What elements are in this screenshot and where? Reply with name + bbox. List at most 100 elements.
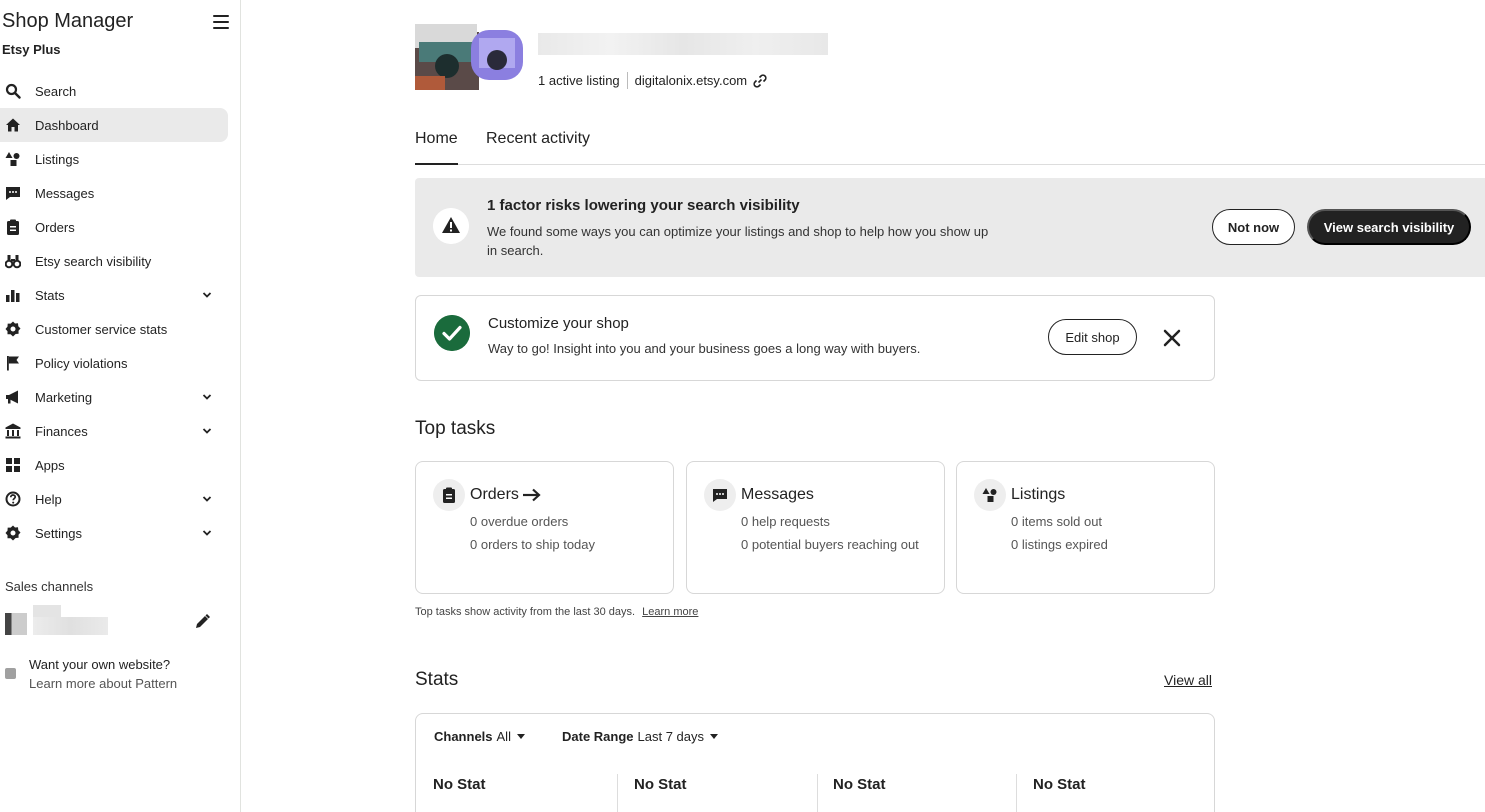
top-tasks-note: Top tasks show activity from the last 30…: [415, 606, 699, 618]
stat-tile: No Stat: [634, 776, 687, 793]
page-tabs: Home Recent activity: [415, 118, 1485, 165]
sidebar-item-label: Settings: [35, 525, 82, 541]
link-icon[interactable]: [753, 73, 767, 88]
chat-icon: [6, 187, 20, 200]
bar-chart-icon: [6, 290, 20, 302]
chevron-down-icon: [202, 394, 212, 400]
apps-grid-icon: [6, 458, 20, 472]
shop-avatar[interactable]: [415, 24, 527, 90]
task-title: Listings: [1011, 486, 1066, 503]
active-listings-count: 1 active listing: [538, 73, 620, 88]
app-title: Shop Manager: [2, 10, 134, 32]
megaphone-icon: [6, 390, 18, 404]
tab-recent-activity[interactable]: Recent activity: [486, 130, 590, 148]
task-detail: 0 overdue orders: [470, 514, 569, 529]
sidebar-item-label: Apps: [35, 457, 65, 473]
sidebar-item-label: Stats: [35, 287, 65, 303]
stats-heading: Stats: [415, 669, 459, 690]
sales-channel-item[interactable]: [5, 605, 220, 639]
stat-tile: No Stat: [1033, 776, 1086, 793]
chevron-down-icon: [202, 292, 212, 298]
caret-down-icon: [710, 734, 719, 739]
stat-tile: No Stat: [433, 776, 486, 793]
shop-name-blurred: [538, 33, 828, 55]
task-detail: 0 potential buyers reaching out: [741, 537, 919, 552]
sidebar-item-label: Orders: [35, 219, 75, 235]
sidebar-item-label: Help: [35, 491, 62, 507]
channels-value: All: [496, 729, 511, 744]
alert-title: 1 factor risks lowering your search visi…: [487, 197, 800, 214]
check-circle-icon: [434, 315, 470, 351]
learn-more-link[interactable]: Learn more: [642, 606, 698, 618]
shapes-icon: [982, 488, 997, 502]
sidebar-item-label: Etsy search visibility: [35, 253, 152, 269]
channel-name-blurred: [33, 605, 61, 617]
sidebar-item-marketing[interactable]: Marketing: [0, 380, 241, 414]
clipboard-icon: [443, 487, 455, 503]
sidebar-item-finances[interactable]: Finances: [0, 414, 241, 448]
sidebar-item-search[interactable]: Search: [0, 74, 241, 108]
home-icon: [6, 118, 20, 132]
sidebar-item-dashboard[interactable]: Dashboard: [0, 108, 228, 142]
help-icon: [5, 491, 21, 507]
sidebar-item-label: Finances: [35, 423, 88, 439]
sidebar-item-stats[interactable]: Stats: [0, 278, 241, 312]
channel-icon: [5, 613, 27, 635]
sidebar-item-search-visibility[interactable]: Etsy search visibility: [0, 244, 241, 278]
search-visibility-alert: 1 factor risks lowering your search visi…: [415, 178, 1485, 277]
customize-body: Way to go! Insight into you and your bus…: [488, 341, 921, 356]
stats-card: Channels All Date Range Last 7 days No S…: [415, 713, 1215, 812]
clipboard-icon: [7, 219, 19, 235]
top-tasks-heading: Top tasks: [415, 418, 496, 439]
sidebar-item-listings[interactable]: Listings: [0, 142, 241, 176]
channels-filter[interactable]: Channels All: [434, 729, 525, 744]
sidebar-item-help[interactable]: Help: [0, 482, 241, 516]
bank-icon: [5, 423, 21, 439]
gear-icon: [5, 525, 21, 541]
sidebar-item-messages[interactable]: Messages: [0, 176, 241, 210]
task-detail: 0 listings expired: [1011, 537, 1108, 552]
chevron-down-icon: [202, 530, 212, 536]
pattern-promo-text: Want your own website?: [29, 657, 171, 672]
task-detail: 0 help requests: [741, 514, 830, 529]
badge-icon: [5, 321, 21, 337]
shop-url-link[interactable]: digitalonix.etsy.com: [635, 73, 747, 88]
tab-home[interactable]: Home: [415, 130, 458, 165]
sidebar-item-customer-service-stats[interactable]: Customer service stats: [0, 312, 241, 346]
pattern-learn-more-link[interactable]: Learn more about Pattern: [29, 676, 177, 691]
task-card-orders[interactable]: Orders 0 overdue orders 0 orders to ship…: [415, 461, 674, 594]
sidebar-item-label: Marketing: [35, 389, 93, 405]
shop-meta: 1 active listing digitalonix.etsy.com: [538, 72, 767, 89]
task-title: Messages: [741, 486, 814, 503]
binoculars-icon: [5, 255, 21, 269]
arrow-right-icon: [522, 488, 541, 502]
date-range-filter[interactable]: Date Range Last 7 days: [562, 729, 719, 744]
not-now-button[interactable]: Not now: [1212, 209, 1295, 245]
sidebar-item-apps[interactable]: Apps: [0, 448, 241, 482]
task-detail: 0 orders to ship today: [470, 537, 596, 552]
task-detail: 0 items sold out: [1011, 514, 1103, 529]
sidebar-item-label: Customer service stats: [35, 321, 168, 337]
view-search-visibility-button[interactable]: View search visibility: [1307, 209, 1471, 245]
chevron-down-icon: [202, 496, 212, 502]
sidebar-item-policy-violations[interactable]: Policy violations: [0, 346, 241, 380]
sidebar-item-label: Search: [35, 83, 77, 99]
task-card-listings[interactable]: Listings 0 items sold out 0 listings exp…: [956, 461, 1215, 594]
close-icon[interactable]: [1161, 327, 1183, 349]
sidebar-item-settings[interactable]: Settings: [0, 516, 241, 550]
customize-shop-card: Customize your shop Way to go! Insight i…: [415, 295, 1215, 381]
chat-icon: [713, 489, 727, 502]
task-card-messages[interactable]: Messages 0 help requests 0 potential buy…: [686, 461, 945, 594]
view-all-stats-link[interactable]: View all: [1164, 672, 1212, 688]
sales-channels-heading: Sales channels: [5, 579, 94, 594]
date-range-value: Last 7 days: [637, 729, 705, 744]
customize-title: Customize your shop: [488, 315, 629, 332]
edit-shop-button[interactable]: Edit shop: [1048, 319, 1137, 355]
channels-label: Channels: [434, 729, 493, 744]
sidebar-item-orders[interactable]: Orders: [0, 210, 241, 244]
task-title: Orders: [470, 486, 519, 503]
sidebar-nav: Search Dashboard Listings Messages Order…: [0, 74, 241, 550]
pattern-icon: [5, 668, 16, 679]
menu-icon[interactable]: [213, 15, 229, 29]
edit-pencil-icon[interactable]: [193, 613, 211, 631]
